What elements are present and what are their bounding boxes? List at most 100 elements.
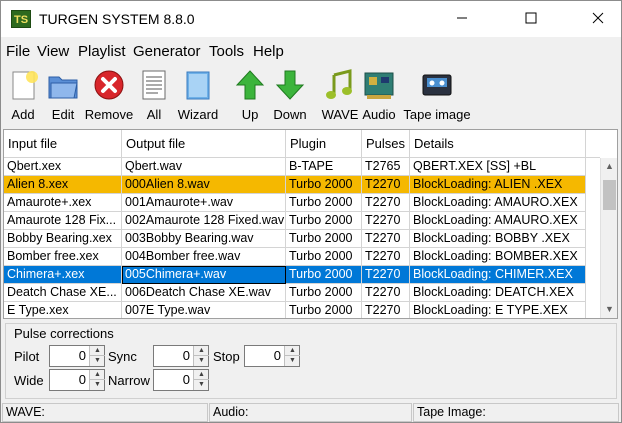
up-button[interactable]: Up [233, 65, 267, 125]
column-output-file[interactable]: Output file [122, 130, 286, 158]
stop-up-icon[interactable]: ▲ [285, 346, 300, 356]
narrow-up-icon[interactable]: ▲ [194, 370, 209, 380]
cell-details[interactable]: BlockLoading: BOMBER.XEX [410, 248, 586, 266]
cell-details[interactable]: BlockLoading: AMAURO.XEX [410, 194, 586, 212]
cell-pulses[interactable]: T2765 [362, 158, 410, 176]
wide-up-icon[interactable]: ▲ [90, 370, 105, 380]
cell-output-file[interactable]: 007E Type.wav [122, 302, 286, 318]
cell-plugin[interactable]: Turbo 2000 [286, 248, 362, 266]
cell-pulses[interactable]: T2270 [362, 284, 410, 302]
audio-button[interactable]: Audio [361, 65, 397, 125]
cell-pulses[interactable]: T2270 [362, 266, 410, 284]
cell-output-file[interactable]: Qbert.wav [122, 158, 286, 176]
cell-input-file[interactable]: Qbert.xex [4, 158, 122, 176]
stop-down-icon[interactable]: ▼ [285, 356, 300, 366]
cell-input-file[interactable]: Chimera+.xex [4, 266, 122, 284]
cell-input-file[interactable]: Amaurote+.xex [4, 194, 122, 212]
cell-output-file[interactable]: 004Bomber free.wav [122, 248, 286, 266]
cell-details[interactable]: QBERT.XEX [SS] +BL [410, 158, 586, 176]
cell-plugin[interactable]: Turbo 2000 [286, 176, 362, 194]
minimize-button[interactable] [439, 1, 485, 37]
cell-plugin[interactable]: Turbo 2000 [286, 194, 362, 212]
wizard-button[interactable]: Wizard [175, 65, 221, 125]
edit-button[interactable]: Edit [45, 65, 81, 125]
cell-output-file[interactable]: 001Amaurote+.wav [122, 194, 286, 212]
scroll-up-icon[interactable]: ▲ [601, 158, 617, 175]
table-row[interactable]: Bomber free.xex 004Bomber free.wav Turbo 2… [4, 248, 600, 266]
cell-pulses[interactable]: T2270 [362, 194, 410, 212]
cell-pulses[interactable]: T2270 [362, 176, 410, 194]
table-row[interactable]: Alien 8.xex 000Alien 8.wav Turbo 2000 T2270… [4, 176, 600, 194]
menu-file[interactable]: File [6, 43, 30, 60]
cell-details[interactable]: BlockLoading: BOBBY .XEX [410, 230, 586, 248]
cell-input-file[interactable]: Amaurote 128 Fix... [4, 212, 122, 230]
cell-plugin[interactable]: Turbo 2000 [286, 302, 362, 318]
cell-input-file[interactable]: Alien 8.xex [4, 176, 122, 194]
wide-spinner[interactable]: 0 ▲ ▼ [49, 369, 105, 391]
cell-details[interactable]: BlockLoading: DEATCH.XEX [410, 284, 586, 302]
narrow-spinner[interactable]: 0 ▲ ▼ [153, 369, 209, 391]
playlist-grid[interactable]: Input file Output file Plugin Pulses Det… [3, 129, 618, 319]
vertical-scrollbar[interactable]: ▲ ▼ [600, 158, 617, 318]
down-button[interactable]: Down [271, 65, 309, 125]
maximize-button[interactable] [508, 1, 554, 37]
menu-help[interactable]: Help [253, 43, 284, 60]
menu-view[interactable]: View [37, 43, 69, 60]
column-details[interactable]: Details [410, 130, 586, 158]
pilot-spinner[interactable]: 0 ▲ ▼ [49, 345, 105, 367]
remove-button[interactable]: Remove [83, 65, 135, 125]
cell-input-file[interactable]: Bomber free.xex [4, 248, 122, 266]
main-window: TS TURGEN SYSTEM 8.8.0 File View Playlis… [0, 0, 622, 423]
toolbar: Add Edit Remove All Wizard Up Down WAVE … [1, 65, 621, 127]
cell-input-file[interactable]: E Type.xex [4, 302, 122, 318]
scroll-down-icon[interactable]: ▼ [601, 301, 617, 318]
table-row[interactable]: Chimera+.xex 005Chimera+.wav Turbo 2000 T22… [4, 266, 600, 284]
wide-down-icon[interactable]: ▼ [90, 380, 105, 390]
cell-plugin[interactable]: Turbo 2000 [286, 284, 362, 302]
cell-pulses[interactable]: T2270 [362, 248, 410, 266]
table-row[interactable]: E Type.xex 007E Type.wav Turbo 2000 T2270 Bl… [4, 302, 600, 318]
cell-output-file[interactable]: 002Amaurote 128 Fixed.wav [122, 212, 286, 230]
column-plugin[interactable]: Plugin [286, 130, 362, 158]
cell-details[interactable]: BlockLoading: AMAURO.XEX [410, 212, 586, 230]
cell-input-file[interactable]: Bobby Bearing.xex [4, 230, 122, 248]
scroll-thumb[interactable] [603, 180, 616, 210]
table-row[interactable]: Amaurote 128 Fix... 002Amaurote 128 Fixed… [4, 212, 600, 230]
cell-output-file[interactable]: 003Bobby Bearing.wav [122, 230, 286, 248]
sync-up-icon[interactable]: ▲ [194, 346, 209, 356]
cell-plugin[interactable]: Turbo 2000 [286, 230, 362, 248]
tape-image-button[interactable]: Tape image [401, 65, 473, 125]
cell-plugin[interactable]: Turbo 2000 [286, 266, 362, 284]
menu-playlist[interactable]: Playlist [78, 43, 126, 60]
close-button[interactable] [575, 1, 621, 37]
pilot-up-icon[interactable]: ▲ [90, 346, 105, 356]
sync-spinner[interactable]: 0 ▲ ▼ [153, 345, 209, 367]
cell-output-file[interactable]: 005Chimera+.wav [122, 266, 286, 284]
cell-pulses[interactable]: T2270 [362, 212, 410, 230]
menu-tools[interactable]: Tools [209, 43, 244, 60]
cell-details[interactable]: BlockLoading: E TYPE.XEX [410, 302, 586, 318]
cell-pulses[interactable]: T2270 [362, 302, 410, 318]
cell-input-file[interactable]: Deatch Chase XE... [4, 284, 122, 302]
column-pulses[interactable]: Pulses [362, 130, 410, 158]
table-row[interactable]: Qbert.xex Qbert.wav B-TAPE T2765 QBERT.XEX [… [4, 158, 600, 176]
table-row[interactable]: Deatch Chase XE... 006Deatch Chase XE.wav… [4, 284, 600, 302]
pilot-down-icon[interactable]: ▼ [90, 356, 105, 366]
cell-details[interactable]: BlockLoading: CHIMER.XEX [410, 266, 586, 284]
table-row[interactable]: Amaurote+.xex 001Amaurote+.wav Turbo 2000 T… [4, 194, 600, 212]
sync-down-icon[interactable]: ▼ [194, 356, 209, 366]
wave-button[interactable]: WAVE [321, 65, 359, 125]
narrow-down-icon[interactable]: ▼ [194, 380, 209, 390]
cell-plugin[interactable]: B-TAPE [286, 158, 362, 176]
menu-generator[interactable]: Generator [133, 43, 201, 60]
column-input-file[interactable]: Input file [4, 130, 122, 158]
table-row[interactable]: Bobby Bearing.xex 003Bobby Bearing.wav Tur… [4, 230, 600, 248]
all-button[interactable]: All [137, 65, 171, 125]
cell-plugin[interactable]: Turbo 2000 [286, 212, 362, 230]
stop-spinner[interactable]: 0 ▲ ▼ [244, 345, 300, 367]
cell-output-file[interactable]: 000Alien 8.wav [122, 176, 286, 194]
cell-details[interactable]: BlockLoading: ALIEN .XEX [410, 176, 586, 194]
add-button[interactable]: Add [5, 65, 41, 125]
cell-pulses[interactable]: T2270 [362, 230, 410, 248]
cell-output-file[interactable]: 006Deatch Chase XE.wav [122, 284, 286, 302]
